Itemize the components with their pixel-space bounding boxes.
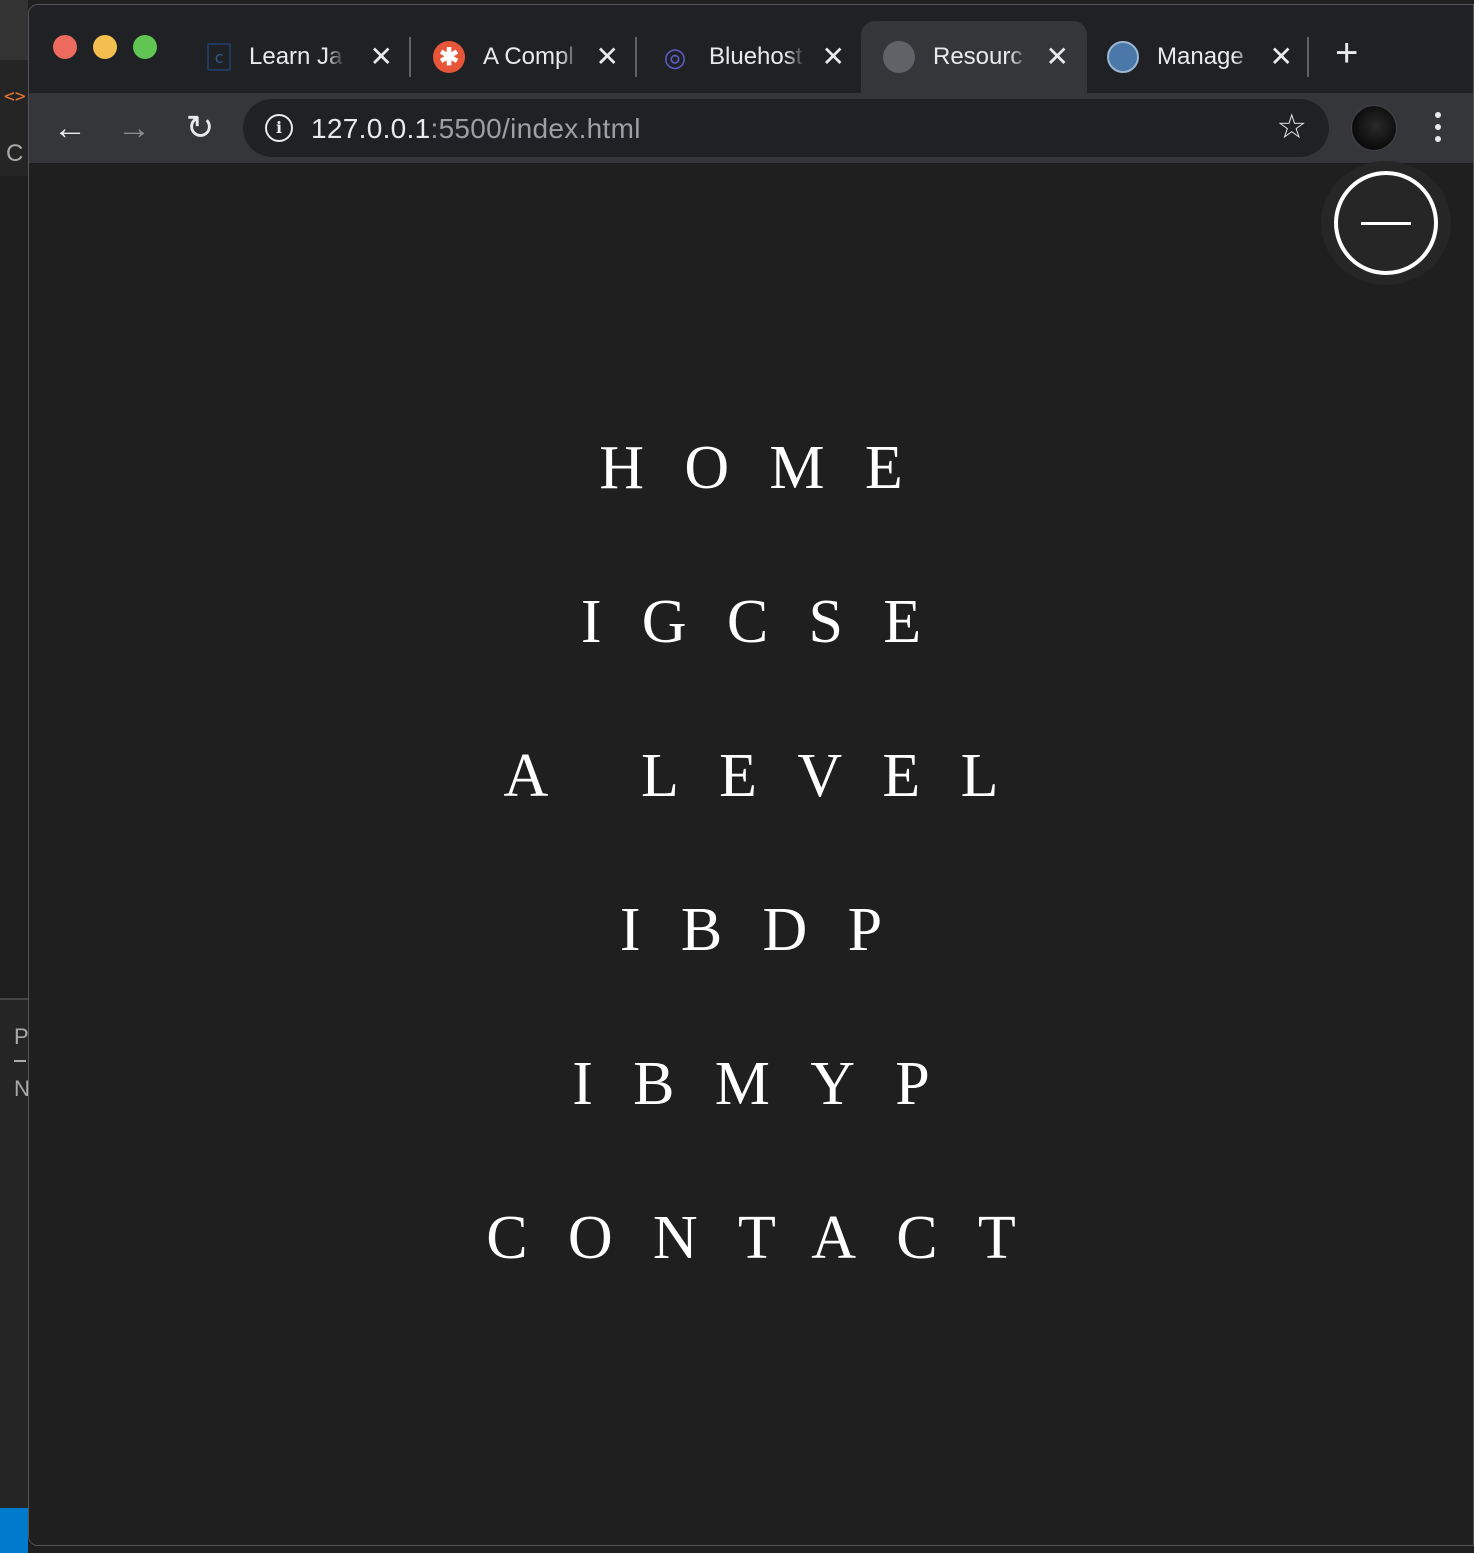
close-icon[interactable]: ✕ — [1046, 41, 1069, 73]
nav-link-a-level[interactable]: A LEVEL — [29, 741, 1473, 811]
bookmark-star-icon[interactable]: ☆ — [1277, 107, 1307, 147]
close-icon[interactable]: ✕ — [1270, 41, 1293, 73]
bluehost-planet-icon: ◎ — [663, 41, 687, 72]
close-window-button[interactable] — [53, 35, 77, 59]
nav-link-contact[interactable]: CONTACT — [29, 1203, 1473, 1273]
address-bar[interactable]: i 127.0.0.1:5500/index.html ☆ — [243, 99, 1329, 157]
background-editor-strip: <> C P N — [0, 0, 30, 1553]
globe-icon — [883, 41, 915, 73]
asterisk-logo-icon: ✱ — [433, 41, 465, 73]
close-icon[interactable]: ✕ — [596, 41, 619, 73]
reload-icon[interactable]: ↻ — [175, 103, 225, 153]
tab-title: A Compl — [483, 43, 574, 70]
profile-avatar[interactable] — [1351, 105, 1397, 151]
maximize-window-button[interactable] — [133, 35, 157, 59]
menu-close-button[interactable] — [1321, 161, 1451, 285]
forward-arrow-icon[interactable]: → — [109, 103, 159, 153]
browser-window: c Learn Ja ✕ ✱ A Compl ✕ ◎ Bluehost ✕ Re… — [28, 4, 1474, 1546]
more-menu-icon[interactable] — [1425, 109, 1451, 149]
close-icon[interactable]: ✕ — [370, 41, 393, 73]
tab-a-complete[interactable]: ✱ A Compl ✕ — [411, 21, 637, 93]
nav-link-ibmyp[interactable]: IBMYP — [29, 1049, 1473, 1119]
close-icon[interactable]: ✕ — [822, 41, 845, 73]
codecademy-icon: c — [207, 43, 231, 71]
nav-link-igcse[interactable]: IGCSE — [29, 587, 1473, 657]
browser-toolbar: ← → ↻ i 127.0.0.1:5500/index.html ☆ — [29, 93, 1473, 163]
tab-manage[interactable]: Manage ✕ — [1085, 21, 1311, 93]
tab-resources[interactable]: Resourc ✕ — [861, 21, 1087, 93]
nav-link-home[interactable]: HOME — [29, 433, 1473, 503]
tab-title: Resourc — [933, 43, 1023, 70]
back-arrow-icon[interactable]: ← — [45, 103, 95, 153]
code-icon: <> — [4, 86, 26, 107]
tab-title: Manage — [1157, 43, 1244, 70]
tab-title: Learn Ja — [249, 43, 343, 70]
page-content: HOME IGCSE A LEVEL IBDP IBMYP CONTACT — [29, 161, 1473, 1545]
minus-icon — [1361, 221, 1411, 225]
tab-bar: c Learn Ja ✕ ✱ A Compl ✕ ◎ Bluehost ✕ Re… — [29, 5, 1473, 93]
wordpress-icon — [1107, 41, 1139, 73]
status-bar — [0, 1508, 28, 1553]
tab-learn-java[interactable]: c Learn Ja ✕ — [185, 21, 411, 93]
url-text[interactable]: 127.0.0.1:5500/index.html — [311, 113, 641, 145]
new-tab-button[interactable]: + — [1335, 33, 1358, 73]
tab-title: Bluehost — [709, 43, 803, 70]
nav-link-ibdp[interactable]: IBDP — [29, 895, 1473, 965]
minimize-window-button[interactable] — [93, 35, 117, 59]
tab-bluehost[interactable]: ◎ Bluehost ✕ — [637, 21, 863, 93]
info-icon[interactable]: i — [265, 114, 293, 142]
